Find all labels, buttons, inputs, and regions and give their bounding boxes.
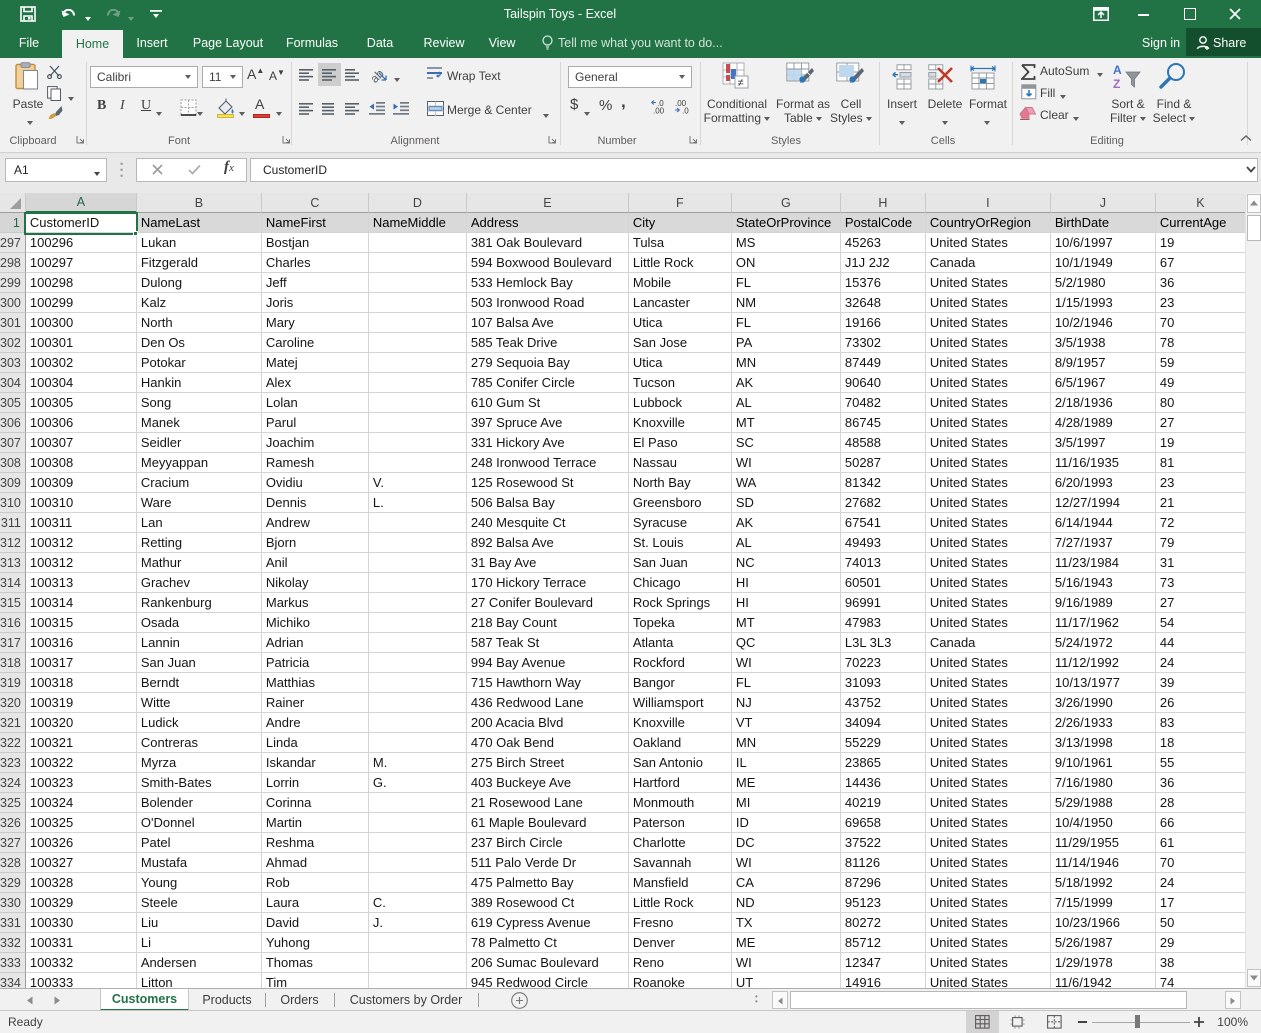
svg-text:≠: ≠ — [738, 77, 744, 89]
svg-text:A: A — [1113, 63, 1122, 77]
svg-text:.0: .0 — [682, 107, 689, 115]
svg-text:Z: Z — [1113, 77, 1120, 89]
svg-text:.00: .00 — [653, 107, 665, 115]
